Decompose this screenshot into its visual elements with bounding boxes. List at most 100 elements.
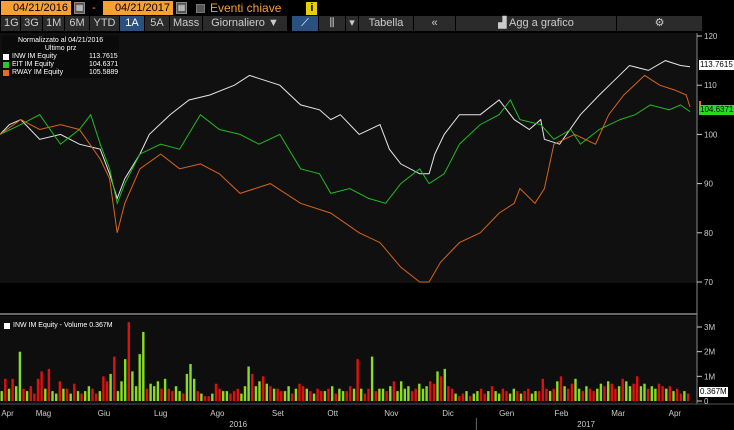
volume-bar (501, 388, 505, 401)
volume-bar (91, 388, 94, 401)
volume-bar (607, 381, 610, 401)
volume-bar (374, 391, 377, 401)
volume-bar (599, 383, 603, 401)
legend-item-eit[interactable]: EIT IM Equity 104.6371 (3, 61, 118, 69)
volume-bar (185, 373, 189, 401)
volume-bar (559, 376, 563, 401)
volume-bar (225, 391, 229, 401)
volume-bar (51, 391, 54, 401)
x-month-label: Apr (1, 409, 14, 418)
volume-bar (193, 378, 196, 401)
legend-subtitle: Ultimo prz (44, 45, 77, 52)
x-month-label: Set (272, 409, 285, 418)
volume-bar (625, 381, 628, 401)
x-month-label: Feb (555, 409, 569, 418)
volume-bar (487, 391, 490, 401)
volume-bar (58, 381, 61, 401)
volume-bar (251, 373, 254, 401)
volume-bar (243, 386, 247, 401)
volume-bar (113, 356, 116, 401)
volume-bar (646, 388, 650, 401)
volume-bar (232, 391, 236, 401)
legend-item-inw[interactable]: INW IM Equity 113.7615 (3, 53, 118, 61)
price-tag-eit: 104.6371 (699, 105, 734, 115)
volume-bar (392, 381, 396, 401)
volume-bar (418, 383, 421, 401)
volume-bar (512, 388, 515, 401)
volume-bar (494, 391, 497, 401)
y-tick-label: 110 (704, 81, 717, 90)
volume-bar (134, 386, 138, 401)
volume-bar (265, 383, 268, 401)
volume-bar (62, 388, 65, 401)
volume-bar (316, 388, 319, 401)
volume-bar (167, 388, 170, 401)
volume-bar (617, 386, 621, 401)
volume-bar (661, 386, 664, 401)
volume-bar (280, 391, 283, 401)
volume-bar (240, 393, 243, 401)
volume-bar (367, 388, 370, 401)
volume-bar (0, 391, 3, 401)
volume-bar (421, 388, 425, 401)
legend-item-rway[interactable]: RWAY IM Equity 105.5889 (3, 69, 118, 77)
volume-bar (610, 383, 613, 401)
volume-bar (356, 359, 359, 401)
volume-bar (454, 393, 457, 401)
volume-bar (283, 391, 287, 401)
legend-name: INW IM Equity (12, 53, 57, 60)
volume-bar (153, 386, 156, 401)
volume-bar (447, 386, 450, 401)
volume-bar (650, 386, 653, 401)
volume-bar (476, 391, 479, 401)
volume-bar (15, 386, 18, 401)
x-month-label: Mar (611, 409, 625, 418)
panel-divider[interactable] (0, 313, 697, 315)
volume-bar (276, 388, 279, 401)
volume-bar (98, 391, 101, 401)
volume-bar (523, 391, 526, 401)
volume-bar (44, 388, 47, 401)
y-tick-label: 120 (704, 32, 718, 41)
volume-bar (570, 383, 574, 401)
volume-bar (672, 391, 675, 401)
volume-bar (331, 386, 334, 401)
legend-swatch (4, 322, 10, 329)
volume-bar (541, 378, 544, 401)
volume-bar (4, 378, 7, 401)
volume-bar (436, 371, 439, 401)
volume-bar (439, 376, 443, 401)
volume-bar (360, 388, 363, 401)
volume-bar (102, 376, 105, 401)
volume-bar (29, 386, 32, 401)
volume-bar (574, 378, 577, 401)
volume-bar (643, 383, 646, 401)
volume-bar (262, 376, 265, 401)
volume-bar (443, 368, 446, 401)
volume-bar (636, 376, 639, 401)
volume-bar (84, 391, 87, 401)
volume-bar (621, 378, 624, 401)
volume-bar (131, 371, 134, 401)
volume-bar (596, 388, 599, 401)
x-month-label: Mag (36, 409, 52, 418)
volume-y-tick-label: 3M (704, 323, 715, 332)
volume-bar (305, 388, 308, 401)
legend-swatch (3, 62, 9, 68)
volume-bar (298, 383, 301, 401)
volume-bar (22, 388, 25, 401)
price-tag-inw: 113.7615 (699, 60, 734, 70)
volume-bar (407, 386, 410, 401)
volume-bar (639, 386, 643, 401)
volume-bar (254, 386, 258, 401)
y-tick-label: 90 (704, 180, 713, 189)
legend-title: Normalizzato al 04/21/2016 (17, 37, 104, 44)
volume-bar (548, 391, 552, 401)
volume-bar (323, 391, 327, 401)
volume-legend: INW IM Equity - Volume 0.367M (4, 322, 113, 329)
legend-name: RWAY IM Equity (12, 69, 64, 76)
x-month-label: Nov (384, 409, 398, 418)
volume-bar (479, 388, 483, 401)
volume-bar (105, 381, 109, 401)
volume-bar (505, 391, 508, 401)
